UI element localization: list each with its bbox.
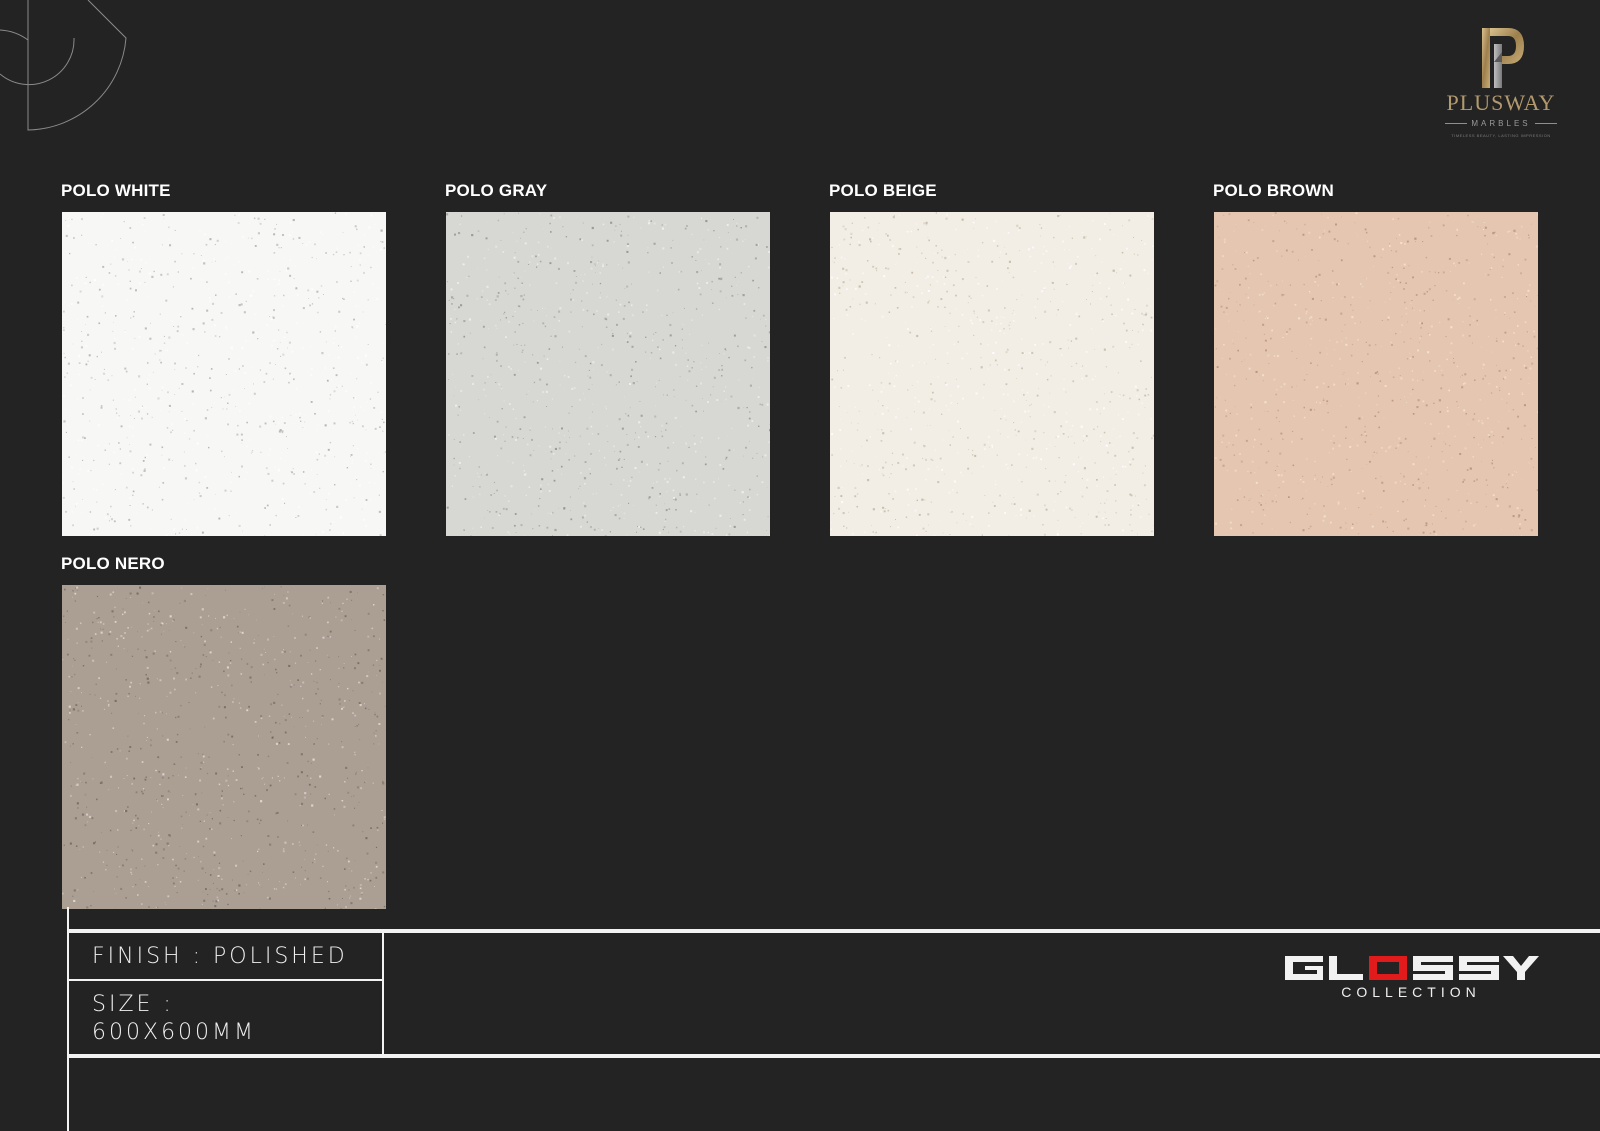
tile-texture	[1214, 212, 1538, 536]
tile-swatch-polo-beige	[830, 212, 1154, 536]
frame-top-line	[67, 929, 1600, 933]
tile-texture	[446, 212, 770, 536]
finish-text: FINISH : POLISHED	[92, 944, 348, 969]
size-value: 600X600MM	[92, 1020, 257, 1045]
tile-swatch-polo-brown	[1214, 212, 1538, 536]
frame-bottom-line	[67, 1054, 1600, 1058]
collection-label: COLLECTION	[1341, 984, 1481, 1000]
glossy-logo-icon	[1285, 956, 1539, 980]
divider	[1445, 123, 1468, 124]
brand-sub: MARBLES	[1471, 119, 1531, 128]
divider	[1534, 123, 1557, 124]
tile-texture	[62, 212, 386, 536]
tile-title-polo-white: POLO WHITE	[61, 181, 171, 200]
tile-title-polo-gray: POLO GRAY	[445, 181, 548, 200]
corner-decoration	[0, 0, 127, 131]
tile-texture	[62, 585, 386, 909]
tile-swatch-polo-white	[62, 212, 386, 536]
spec-divider	[67, 979, 384, 981]
tile-swatch-polo-gray	[446, 212, 770, 536]
tile-swatch-polo-nero	[62, 585, 386, 909]
tile-texture	[830, 212, 1154, 536]
brand-tagline: TIMELESS BEAUTY, LASTING IMPRESSION	[1451, 133, 1551, 138]
frame-left-line	[67, 907, 69, 1131]
tile-title-polo-brown: POLO BROWN	[1213, 181, 1334, 200]
tile-title-polo-nero: POLO NERO	[61, 554, 165, 573]
spec-box-right-line	[382, 931, 384, 1056]
tile-title-polo-beige: POLO BEIGE	[829, 181, 937, 200]
brand-name: PLUSWAY	[1446, 90, 1556, 115]
brand-sub-row: MARBLES	[1430, 119, 1572, 128]
size-label: SIZE :	[92, 992, 174, 1017]
